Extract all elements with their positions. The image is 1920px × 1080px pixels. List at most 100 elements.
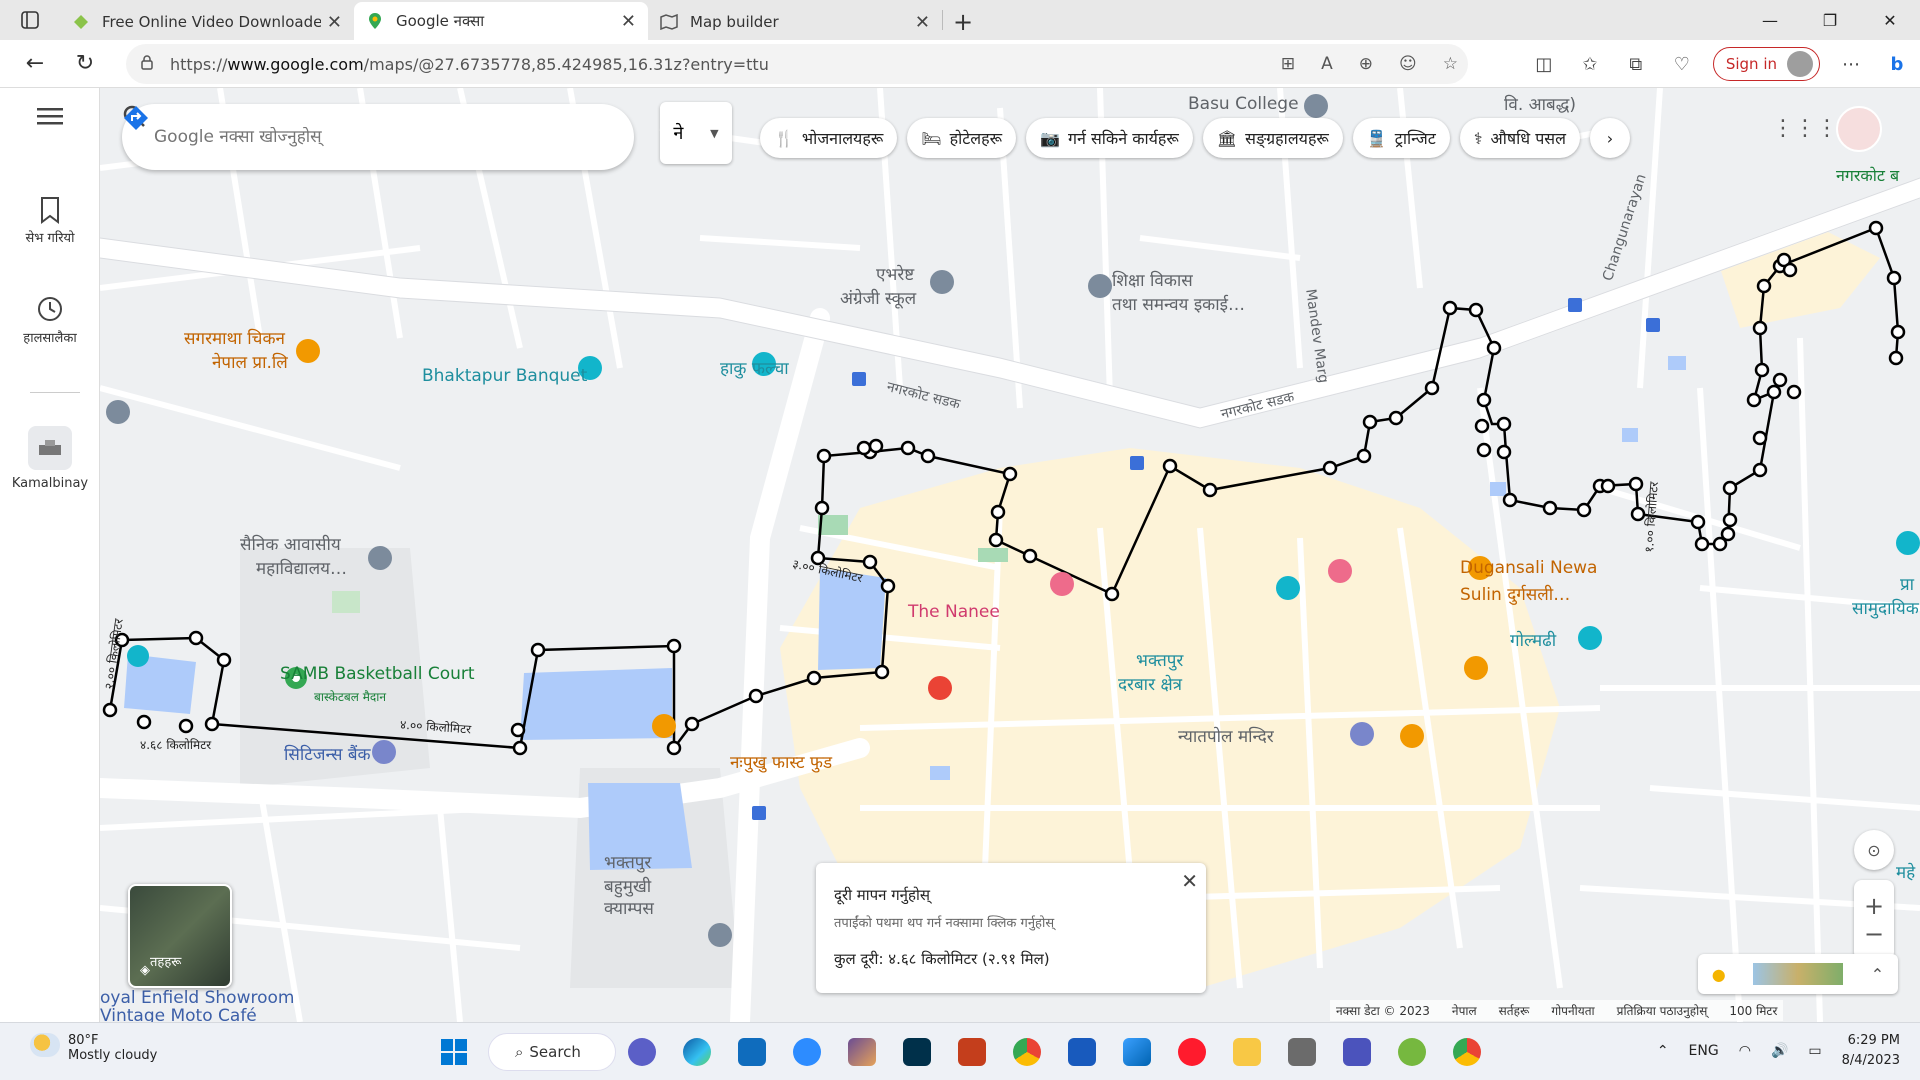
map-label[interactable]: Basu College — [1188, 94, 1299, 114]
layers-button[interactable]: ◈ तहहरू — [128, 884, 232, 988]
map-label[interactable]: नेपाल प्रा.लि — [212, 350, 288, 373]
map-label[interactable]: न्यातपोल मन्दिर — [1178, 724, 1274, 747]
map-search-box[interactable] — [122, 104, 634, 170]
copilot-icon[interactable]: b — [1874, 54, 1920, 75]
map-label[interactable]: हाकु फल्चा — [720, 356, 789, 379]
zoom-icon[interactable]: ⊕ — [1359, 54, 1373, 74]
language-selector[interactable]: ने ▼ — [660, 102, 732, 164]
menu-button[interactable] — [0, 106, 100, 130]
back-button[interactable]: ← — [10, 44, 60, 84]
audition-icon[interactable] — [889, 1033, 944, 1071]
close-icon[interactable]: ✕ — [1181, 869, 1198, 893]
powerpoint-icon[interactable] — [944, 1033, 999, 1071]
wifi-icon[interactable]: ◠ — [1739, 1043, 1751, 1059]
photos-icon[interactable] — [834, 1033, 889, 1071]
file-explorer-icon[interactable] — [1219, 1033, 1274, 1071]
mail-icon[interactable] — [724, 1033, 779, 1071]
chip-hotels[interactable]: 🛏 होटेलहरू — [907, 118, 1017, 158]
map-label[interactable]: दरबार क्षेत्र — [1118, 672, 1182, 695]
paint-icon[interactable] — [1109, 1033, 1164, 1071]
map-label[interactable]: The Nanee — [908, 602, 1000, 622]
close-window-icon[interactable]: ✕ — [1860, 0, 1920, 40]
word-icon[interactable] — [1054, 1033, 1109, 1071]
my-location-button[interactable]: ⊙ — [1854, 830, 1894, 870]
tab-video-downloader[interactable]: Free Online Video Downloader - ✕ — [60, 4, 354, 40]
country-label[interactable]: नेपाल — [1452, 1002, 1477, 1019]
chip-museums[interactable]: 🏛 सङ्ग्रहालयहरू — [1202, 118, 1343, 158]
chevron-up-icon[interactable]: ⌃ — [1657, 1043, 1669, 1059]
collections-icon[interactable]: ⧉ — [1613, 54, 1659, 75]
start-button[interactable] — [426, 1033, 481, 1071]
opera-icon[interactable] — [1164, 1033, 1219, 1071]
recent-place-kamalbinay[interactable]: Kamalbinay — [0, 426, 100, 491]
privacy-link[interactable]: गोपनीयता — [1551, 1002, 1594, 1019]
refresh-button[interactable]: ↻ — [60, 44, 110, 84]
app-available-icon[interactable]: ⊞ — [1281, 54, 1295, 74]
read-aloud-icon[interactable]: A — [1321, 54, 1333, 74]
input-language[interactable]: ENG — [1689, 1043, 1719, 1059]
map-label[interactable]: भक्तपुर — [604, 850, 651, 873]
map-label[interactable]: शिक्षा विकास — [1112, 268, 1193, 291]
edge-icon[interactable] — [669, 1033, 724, 1071]
minimize-icon[interactable]: — — [1740, 0, 1800, 40]
taskbar-search[interactable]: ⌕ Search — [488, 1033, 616, 1071]
saved-button[interactable]: सेभ गरियो — [0, 196, 100, 246]
chip-things-to-do[interactable]: 📷 गर्न सकिने कार्यहरू — [1026, 118, 1193, 158]
map-label[interactable]: क्याम्पस — [604, 896, 654, 919]
chrome-icon[interactable] — [999, 1033, 1054, 1071]
map-search-input[interactable] — [154, 127, 574, 147]
imagery-thumbs[interactable] — [1753, 963, 1844, 985]
clock[interactable]: 6:29 PM 8/4/2023 — [1842, 1031, 1900, 1071]
chip-restaurants[interactable]: 🍴 भोजनालयहरू — [760, 118, 898, 158]
scale-label[interactable]: 100 मिटर — [1729, 1002, 1777, 1019]
teams-icon[interactable] — [1329, 1033, 1384, 1071]
map-label[interactable]: नःपुखु फास्ट फुड — [730, 750, 832, 773]
map-label[interactable]: सामुदायिक — [1852, 596, 1919, 619]
more-menu-icon[interactable]: ⋯ — [1828, 54, 1874, 75]
zoom-out-icon[interactable]: − — [1864, 920, 1884, 948]
address-bar[interactable]: https://www.google.com/maps/@27.6735778,… — [126, 44, 1468, 84]
tab-close-icon[interactable]: ✕ — [327, 12, 342, 33]
teams-chat-icon[interactable] — [614, 1033, 669, 1071]
map-label[interactable]: बहुमुखी — [604, 874, 651, 897]
map-label[interactable]: Sulin दुर्गसली… — [1460, 582, 1570, 605]
map-label[interactable]: भक्तपुर — [1136, 648, 1183, 671]
tab-close-icon[interactable]: ✕ — [915, 12, 930, 33]
weather-widget[interactable]: 80°F Mostly cloudy — [30, 1033, 157, 1063]
maximize-icon[interactable]: ❐ — [1800, 0, 1860, 40]
google-apps-icon[interactable]: ⋮⋮⋮ — [1772, 116, 1838, 141]
new-tab-button[interactable]: + — [943, 4, 983, 40]
chrome-profile-icon[interactable] — [1439, 1033, 1494, 1071]
pegman-icon[interactable]: ● — [1712, 965, 1726, 984]
volume-icon[interactable]: 🔊 — [1771, 1043, 1788, 1059]
tracking-icon[interactable]: ☺ — [1399, 54, 1417, 74]
tab-google-maps[interactable]: Google नक्सा ✕ — [354, 2, 648, 40]
map-label[interactable]: तथा समन्वय इकाई… — [1112, 292, 1245, 315]
utorrent-icon[interactable] — [1384, 1033, 1439, 1071]
zoom-in-icon[interactable]: + — [1864, 892, 1884, 920]
recents-button[interactable]: हालसालैका — [0, 294, 100, 346]
map-label[interactable]: महाविद्यालय… — [256, 556, 347, 579]
map-label[interactable]: Bhaktapur Banquet — [422, 366, 587, 386]
battery-icon[interactable]: ▭ — [1808, 1043, 1821, 1059]
favorites-icon[interactable]: ✩ — [1567, 54, 1613, 75]
map-label[interactable]: वि. आबद्ध) — [1504, 92, 1576, 115]
tab-map-builder[interactable]: Map builder ✕ — [648, 4, 942, 40]
split-screen-icon[interactable]: ◫ — [1521, 54, 1567, 75]
zoom-icon[interactable] — [779, 1033, 834, 1071]
map-label[interactable]: Vintage Moto Café — [100, 1006, 257, 1022]
map-label[interactable]: सैनिक आवासीय — [240, 532, 341, 555]
chip-transit[interactable]: 🚆 ट्रान्जिट — [1352, 118, 1450, 158]
map-label[interactable]: oyal Enfield Showroom — [100, 988, 294, 1008]
sign-in-button[interactable]: Sign in — [1712, 47, 1820, 81]
map-label[interactable]: गोल्मढी — [1510, 628, 1556, 651]
account-avatar[interactable] — [1836, 106, 1882, 152]
map-label[interactable]: प्रा — [1900, 572, 1914, 595]
terms-link[interactable]: सर्तहरू — [1499, 1002, 1530, 1019]
map-label[interactable]: महे — [1896, 860, 1915, 883]
favorite-star-icon[interactable]: ☆ — [1443, 54, 1458, 74]
browser-essentials-icon[interactable]: ♡ — [1659, 54, 1705, 75]
calculator-icon[interactable] — [1274, 1033, 1329, 1071]
map-label[interactable]: SAMB Basketball Court — [280, 664, 475, 684]
map-label[interactable]: अंग्रेजी स्कूल — [840, 286, 916, 309]
